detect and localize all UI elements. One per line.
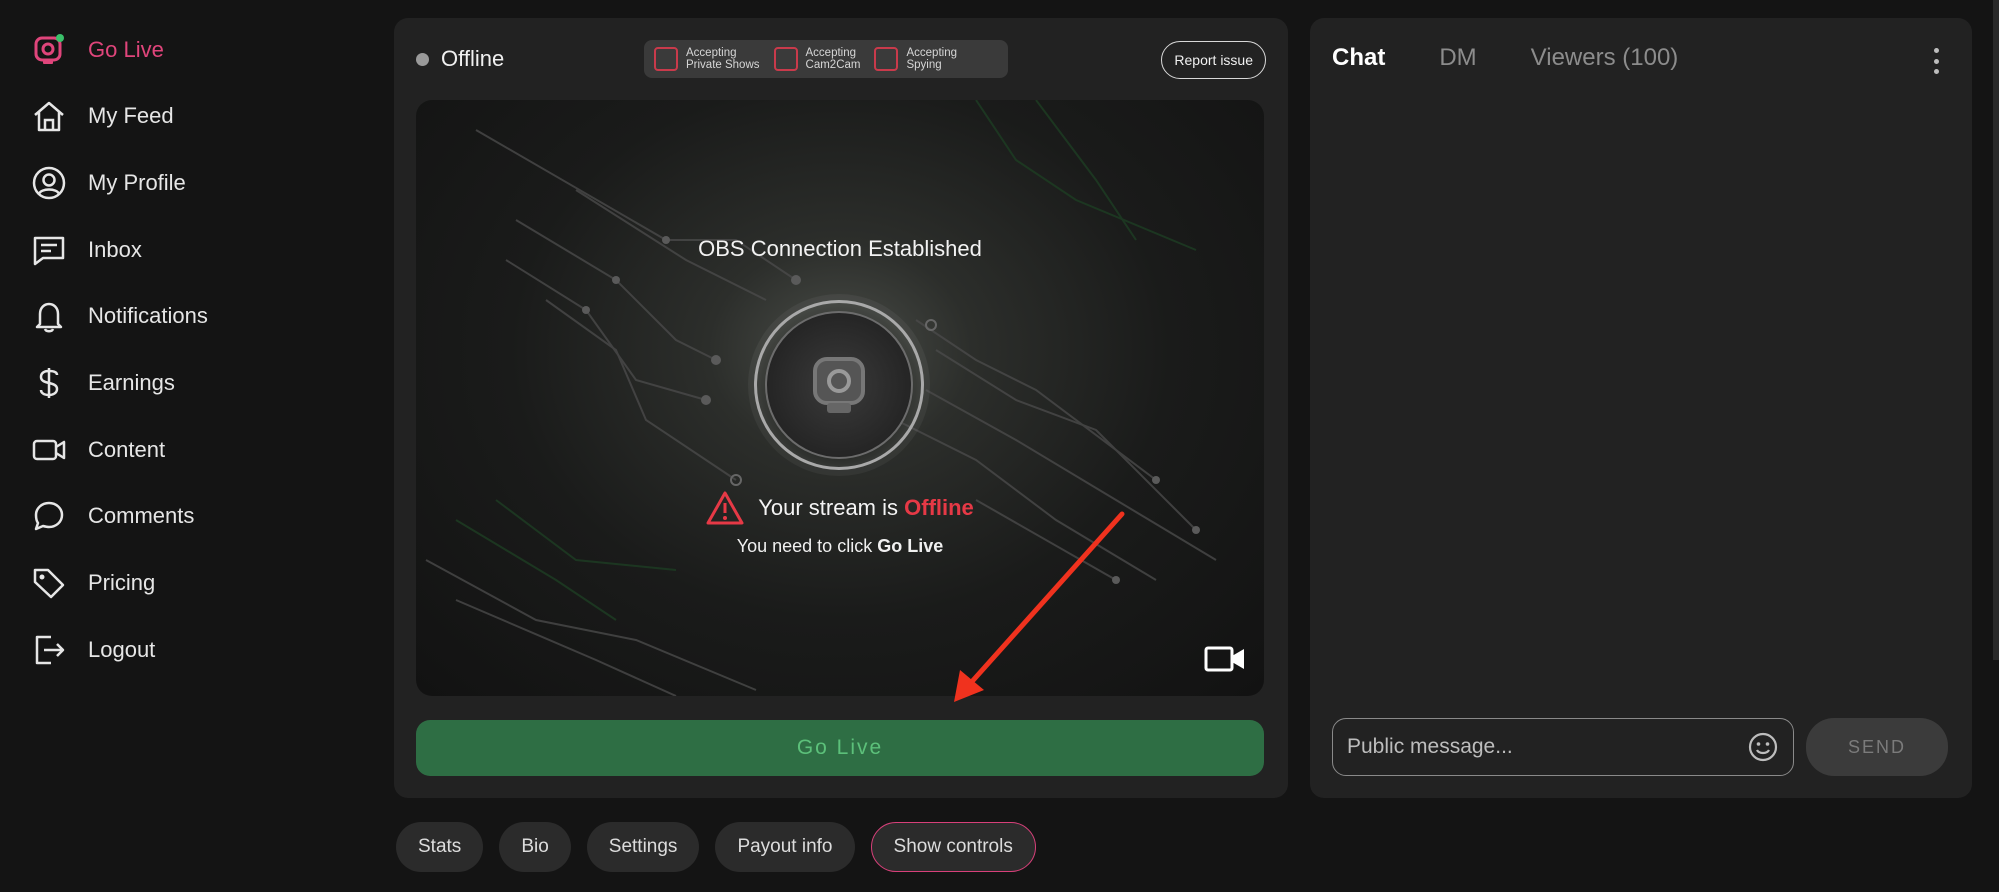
sidebar-item-notifications[interactable]: Notifications [30, 292, 208, 340]
show-controls-button[interactable]: Show controls [870, 822, 1036, 872]
stream-message: Your stream is Offline [758, 495, 974, 520]
bell-icon [30, 297, 68, 335]
camera-logo [754, 300, 924, 470]
inbox-icon [30, 231, 68, 269]
accepting-toggles: Accepting Private Shows Accepting Cam2Cam … [644, 40, 1008, 78]
tab-dm[interactable]: DM [1439, 44, 1476, 72]
sidebar-item-pricing[interactable]: Pricing [30, 559, 155, 607]
go-live-hint: You need to click Go Live [736, 536, 944, 556]
stream-preview: OBS Connection Established Your stream i… [416, 100, 1264, 696]
public-message-input[interactable]: Public message... [1332, 718, 1794, 776]
home-icon [30, 97, 68, 135]
sidebar-item-label: Logout [88, 637, 156, 662]
sidebar-item-label: Inbox [88, 237, 142, 262]
obs-status-text: OBS Connection Established [698, 236, 982, 261]
chat-tabs: Chat DM Viewers (100) [1332, 44, 1678, 72]
camera-icon[interactable] [1204, 644, 1246, 674]
sidebar-item-label: Pricing [88, 570, 156, 595]
status-text: Offline [441, 46, 505, 71]
sidebar-item-label: Earnings [88, 370, 175, 395]
sidebar-item-content[interactable]: Content [30, 426, 165, 474]
tab-chat[interactable]: Chat [1332, 44, 1385, 72]
stream-panel: Offline Accepting Private Shows Accepting… [394, 18, 1288, 798]
sidebar-item-go-live[interactable]: Go Live [30, 26, 164, 74]
sidebar-item-logout[interactable]: Logout [30, 626, 155, 674]
toggle-label: Accepting Private Shows [686, 47, 760, 71]
sidebar-item-label: Go Live [88, 37, 164, 62]
tab-bio[interactable]: Bio [499, 822, 571, 872]
stream-offline-message: Your stream is Offline [416, 490, 1264, 526]
message-placeholder: Public message... [1347, 735, 1513, 758]
cam2cam-checkbox[interactable] [773, 47, 798, 71]
sidebar: Go Live My Feed My Profile Inbox Notific… [0, 0, 380, 892]
spying-checkbox[interactable] [874, 47, 899, 71]
private-shows-checkbox[interactable] [654, 47, 678, 71]
sidebar-item-earnings[interactable]: Earnings [30, 359, 175, 407]
dollar-icon [30, 364, 68, 402]
toggle-private-shows[interactable]: Accepting Private Shows [654, 47, 760, 71]
sidebar-item-comments[interactable]: Comments [30, 492, 194, 540]
warning-icon [706, 491, 744, 525]
go-live-button[interactable]: Go Live [416, 720, 1264, 776]
toggle-spying[interactable]: Accepting Spying [874, 47, 957, 71]
report-issue-button[interactable]: Report issue [1161, 41, 1266, 79]
toggle-cam2cam[interactable]: Accepting Cam2Cam [773, 47, 861, 71]
video-icon [30, 431, 68, 469]
tab-settings[interactable]: Settings [586, 822, 700, 872]
sidebar-item-label: Notifications [88, 303, 208, 328]
sidebar-item-inbox[interactable]: Inbox [30, 226, 142, 274]
go-live-icon [30, 31, 68, 69]
sidebar-item-label: My Profile [88, 170, 186, 195]
tag-icon [30, 564, 68, 602]
logout-icon [30, 631, 68, 669]
tab-viewers[interactable]: Viewers (100) [1531, 44, 1679, 72]
send-button[interactable]: SEND [1806, 718, 1948, 776]
offline-label: Offline [904, 495, 974, 520]
camera-logo-icon [813, 357, 865, 413]
sidebar-item-my-profile[interactable]: My Profile [30, 159, 186, 207]
emoji-icon[interactable] [1747, 731, 1779, 763]
page-scrollbar[interactable] [1993, 0, 1999, 660]
bottom-tabs: Stats Bio Settings Payout info Show cont… [396, 822, 1036, 872]
status-dot [416, 52, 429, 66]
sidebar-item-my-feed[interactable]: My Feed [30, 92, 174, 140]
comment-icon [30, 497, 68, 535]
toggle-label: Accepting Spying [906, 47, 957, 71]
chat-panel: Chat DM Viewers (100) Public message... … [1310, 18, 1972, 798]
profile-icon [30, 164, 68, 202]
stream-status: Offline [416, 46, 504, 72]
sidebar-item-label: Content [88, 437, 166, 462]
tab-payout-info[interactable]: Payout info [715, 822, 855, 872]
sidebar-item-label: Comments [88, 503, 195, 528]
toggle-label: Accepting Cam2Cam [805, 47, 861, 71]
sidebar-item-label: My Feed [88, 103, 174, 128]
more-options-icon[interactable] [1932, 48, 1940, 74]
tab-stats[interactable]: Stats [396, 822, 484, 872]
